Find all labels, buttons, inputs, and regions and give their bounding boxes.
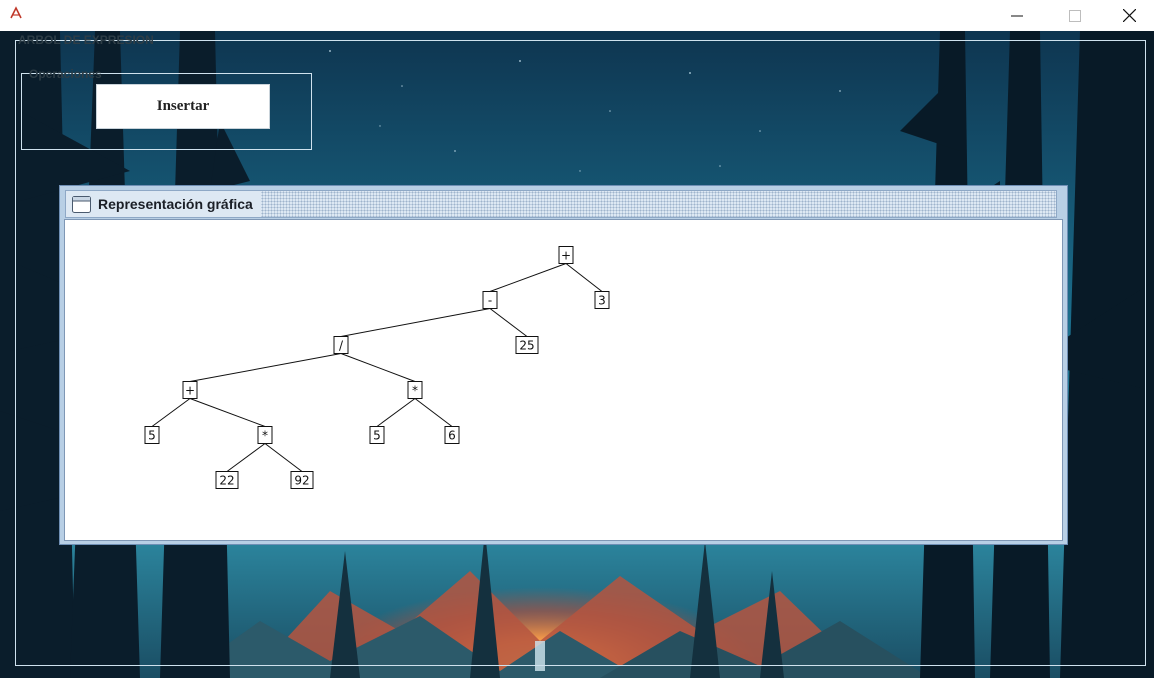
tree-node-label: - [488, 294, 492, 308]
tree-node: 3 [594, 291, 610, 309]
tree-node-label: * [262, 429, 268, 443]
tree-edge [189, 353, 342, 382]
tree-node-label: + [561, 249, 571, 263]
tree-edge [340, 353, 416, 382]
minimize-button[interactable] [988, 0, 1046, 31]
tree-node: 6 [444, 426, 460, 444]
tree-node: / [333, 336, 349, 354]
tree-node: 22 [215, 471, 239, 489]
tree-node: - [482, 291, 498, 309]
tree-node: 5 [144, 426, 160, 444]
minimize-icon [1011, 15, 1023, 16]
insert-button[interactable]: Insertar [96, 84, 270, 129]
tree-node-label: 3 [598, 294, 606, 308]
tree-node-label: 25 [519, 339, 534, 353]
tree-edge [340, 308, 491, 337]
tree-node: 92 [290, 471, 314, 489]
tree-node-label: + [185, 384, 195, 398]
tree-node: 25 [515, 336, 539, 354]
tree-edge [151, 398, 191, 427]
maximize-icon [1069, 9, 1081, 22]
tree-node-label: 22 [219, 474, 234, 488]
maximize-button[interactable] [1046, 0, 1104, 31]
close-button[interactable] [1104, 0, 1154, 31]
tree-edge [414, 398, 453, 427]
tree-node-label: 5 [148, 429, 156, 443]
graph-canvas: + - 3 / 25 + * 5 * 5 6 22 92 [64, 219, 1063, 541]
tree-node: + [558, 246, 574, 264]
tree-edge [489, 308, 528, 337]
tree-edge [226, 443, 266, 472]
tree-edge [489, 263, 567, 292]
tree-edge [264, 443, 303, 472]
java-app-icon [10, 6, 22, 19]
tree-edge [189, 398, 266, 427]
expression-tree-panel-title: ARBOL DE EXPRESION [18, 33, 154, 47]
graph-frame-title-area: Representación gráfica [66, 191, 261, 217]
operations-panel-title: Operaciones [29, 67, 102, 81]
tree-node: + [182, 381, 198, 399]
tree-node-label: * [412, 384, 418, 398]
graph-frame-titlebar[interactable]: Representación gráfica [65, 190, 1057, 218]
expression-tree-graph: + - 3 / 25 + * 5 * 5 6 22 92 [144, 246, 610, 489]
close-icon [1122, 9, 1136, 22]
tree-node-label: 92 [294, 474, 309, 488]
tree-node-label: 6 [448, 429, 456, 443]
tree-edge [376, 398, 416, 427]
graph-internal-frame: Representación gráfica + - 3 / 25 + * 5 * 5 6 22 92 [59, 185, 1068, 545]
tree-node: * [407, 381, 423, 399]
tree-node-label: 5 [373, 429, 381, 443]
graph-frame-title: Representación gráfica [98, 196, 253, 212]
tree-node: * [257, 426, 273, 444]
tree-node: 5 [369, 426, 385, 444]
window-titlebar [0, 0, 1154, 31]
tree-edge [565, 263, 603, 292]
frame-icon [72, 195, 91, 213]
